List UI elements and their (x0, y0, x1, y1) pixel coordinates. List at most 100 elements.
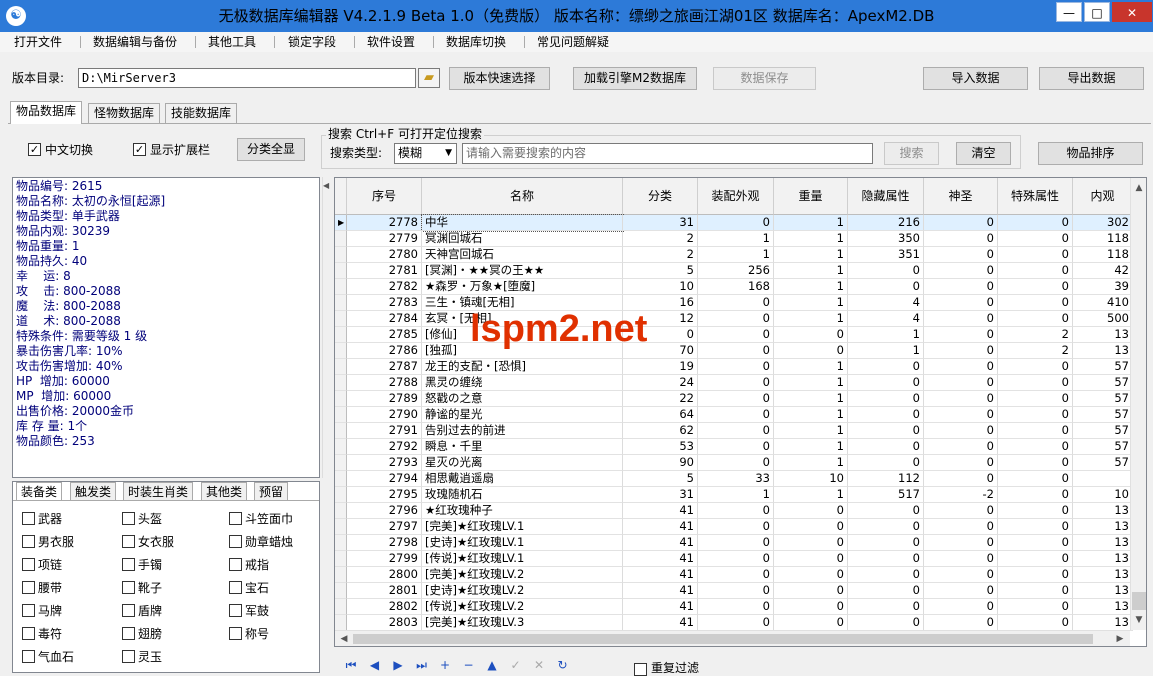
table-cell[interactable]: 2802 (347, 599, 422, 615)
row-header[interactable] (335, 455, 347, 471)
table-row[interactable]: 2799 [传说]★红玫瑰LV.1 41 0 0 0 0 0 13 (335, 551, 1133, 567)
table-cell[interactable]: 0 (998, 231, 1073, 247)
category-tab[interactable]: 时装生肖类 (123, 482, 194, 501)
column-header[interactable]: 特殊属性 (998, 178, 1073, 215)
menu-data-edit[interactable]: 数据编辑与备份 (93, 34, 177, 50)
table-cell[interactable]: 0 (848, 599, 924, 615)
table-cell[interactable]: 41 (623, 583, 698, 599)
table-cell[interactable]: 33 (698, 471, 774, 487)
table-cell[interactable]: 1 (774, 487, 848, 503)
table-cell[interactable]: 0 (698, 311, 774, 327)
table-cell[interactable]: 112 (848, 471, 924, 487)
table-cell[interactable]: 玫瑰随机石 (422, 487, 623, 503)
cn-switch-checkbox[interactable]: ✓ (28, 143, 41, 156)
folder-icon[interactable]: ▰ (418, 68, 440, 88)
table-cell[interactable]: 告别过去的前进 (422, 423, 623, 439)
table-cell[interactable]: 0 (924, 343, 998, 359)
table-cell[interactable]: 0 (998, 247, 1073, 263)
category-checkbox[interactable] (122, 604, 135, 617)
row-header[interactable] (335, 519, 347, 535)
table-cell[interactable]: 0 (698, 407, 774, 423)
row-header[interactable] (335, 471, 347, 487)
table-row[interactable]: 2784 玄冥・[无相] 12 0 1 4 0 0 500 (335, 311, 1133, 327)
category-checkbox[interactable] (22, 535, 35, 548)
table-cell[interactable]: 41 (623, 599, 698, 615)
table-row[interactable]: 2782 ★森罗・万象★[堕魔] 10 168 1 0 0 0 39 (335, 279, 1133, 295)
table-cell[interactable]: 静谧的星光 (422, 407, 623, 423)
table-cell[interactable]: 1 (774, 295, 848, 311)
table-cell[interactable]: 相思戴逍遥扇 (422, 471, 623, 487)
table-cell[interactable]: 2794 (347, 471, 422, 487)
dir-input[interactable]: D:\MirServer3 (78, 68, 416, 88)
table-cell[interactable]: 1 (774, 247, 848, 263)
table-cell[interactable]: 4 (848, 295, 924, 311)
import-data-button[interactable]: 导入数据 (923, 67, 1028, 90)
search-type-select[interactable]: 模糊 ▼ (394, 143, 457, 164)
table-cell[interactable]: 57 (1073, 407, 1133, 423)
table-row[interactable]: ▶ 2778 中华 31 0 1 216 0 0 302 (335, 214, 1133, 232)
table-cell[interactable]: 0 (774, 343, 848, 359)
table-cell[interactable]: ★森罗・万象★[堕魔] (422, 279, 623, 295)
table-row[interactable]: 2796 ★红玫瑰种子 41 0 0 0 0 0 13 (335, 503, 1133, 519)
category-checkbox[interactable] (22, 512, 35, 525)
table-cell[interactable]: 1 (774, 439, 848, 455)
table-cell[interactable]: 2789 (347, 391, 422, 407)
category-checkbox[interactable] (122, 650, 135, 663)
table-cell[interactable]: 410 (1073, 295, 1133, 311)
row-header[interactable] (335, 263, 347, 279)
table-row[interactable]: 2793 星灭の光离 90 0 1 0 0 0 57 (335, 455, 1133, 471)
table-cell[interactable]: 2781 (347, 263, 422, 279)
row-header[interactable] (335, 567, 347, 583)
table-cell[interactable]: 0 (698, 551, 774, 567)
column-header[interactable]: 神圣 (924, 178, 998, 215)
table-cell[interactable]: 0 (774, 519, 848, 535)
table-cell[interactable]: 13 (1073, 567, 1133, 583)
table-cell[interactable]: 13 (1073, 535, 1133, 551)
table-cell[interactable]: 1 (774, 407, 848, 423)
table-cell[interactable]: 0 (924, 295, 998, 311)
table-cell[interactable]: 2787 (347, 359, 422, 375)
table-cell[interactable]: 0 (774, 599, 848, 615)
table-cell[interactable]: 1 (774, 279, 848, 295)
table-cell[interactable]: 0 (998, 423, 1073, 439)
table-cell[interactable]: 0 (698, 567, 774, 583)
row-header[interactable] (335, 535, 347, 551)
table-row[interactable]: 2787 龙王的支配・[恐惧] 19 0 1 0 0 0 57 (335, 359, 1133, 375)
table-cell[interactable]: 0 (998, 583, 1073, 599)
table-row[interactable]: 2797 [完美]★红玫瑰LV.1 41 0 0 0 0 0 13 (335, 519, 1133, 535)
table-cell[interactable]: 0 (998, 215, 1073, 231)
table-cell[interactable]: 57 (1073, 439, 1133, 455)
column-header[interactable]: 内观 (1073, 178, 1133, 215)
table-row[interactable]: 2803 [完美]★红玫瑰LV.3 41 0 0 0 0 0 13 (335, 615, 1133, 631)
table-cell[interactable]: 0 (698, 423, 774, 439)
vertical-scrollbar[interactable] (1130, 178, 1146, 630)
table-cell[interactable]: 0 (848, 263, 924, 279)
table-cell[interactable]: 0 (848, 375, 924, 391)
table-cell[interactable]: 0 (998, 263, 1073, 279)
tab-skills[interactable]: 技能数据库 (165, 103, 238, 123)
delete-icon[interactable]: − (461, 658, 477, 672)
row-header[interactable] (335, 391, 347, 407)
table-cell[interactable]: 0 (698, 615, 774, 631)
table-row[interactable]: 2783 三生・镇魂[无相] 16 0 1 4 0 0 410 (335, 295, 1133, 311)
category-checkbox[interactable] (122, 512, 135, 525)
table-row[interactable]: 2789 怒戳の之意 22 0 1 0 0 0 57 (335, 391, 1133, 407)
table-cell[interactable]: 13 (1073, 583, 1133, 599)
table-cell[interactable]: 41 (623, 503, 698, 519)
table-cell[interactable]: 0 (924, 327, 998, 343)
table-cell[interactable]: 13 (1073, 599, 1133, 615)
table-cell[interactable]: 2800 (347, 567, 422, 583)
row-header[interactable] (335, 343, 347, 359)
table-cell[interactable]: 0 (924, 279, 998, 295)
dedupe-filter-checkbox[interactable] (634, 663, 647, 676)
table-cell[interactable]: 1 (774, 311, 848, 327)
row-header[interactable] (335, 375, 347, 391)
table-cell[interactable]: 1 (774, 215, 848, 231)
row-header[interactable] (335, 615, 347, 631)
table-cell[interactable]: 2791 (347, 423, 422, 439)
table-cell[interactable]: 0 (924, 567, 998, 583)
table-cell[interactable]: [完美]★红玫瑰LV.1 (422, 519, 623, 535)
row-header[interactable] (335, 311, 347, 327)
table-cell[interactable]: 0 (924, 471, 998, 487)
category-checkbox[interactable] (22, 558, 35, 571)
